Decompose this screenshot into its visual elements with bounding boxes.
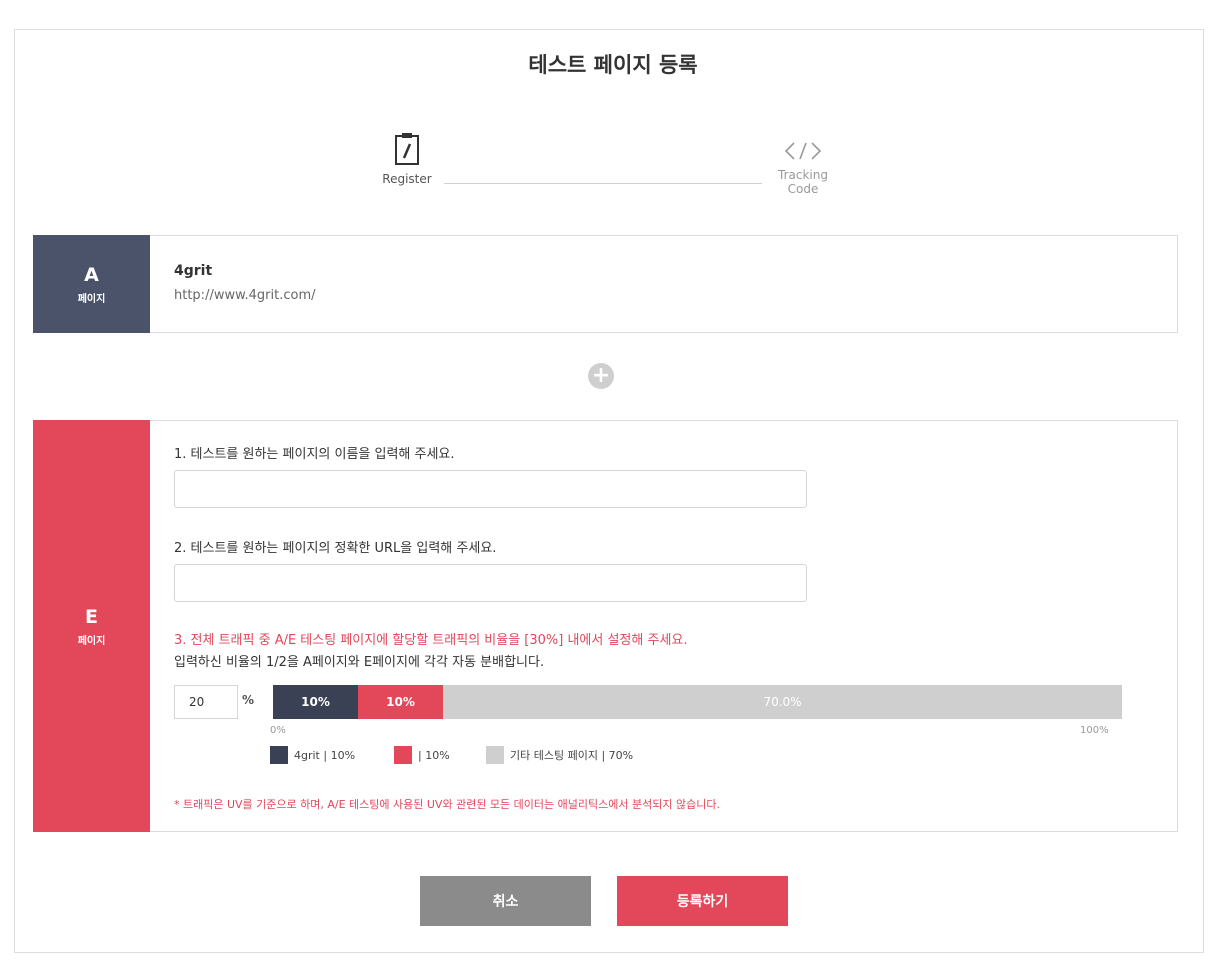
- question-traffic-ratio: 3. 전체 트래픽 중 A/E 테스팅 페이지에 할당할 트래픽의 비율을 [3…: [174, 633, 688, 648]
- cancel-button[interactable]: 취소: [420, 876, 591, 926]
- page-e-tag: E 페이지: [33, 420, 150, 832]
- legend-swatch-a: [270, 746, 288, 764]
- bar-max-label: 100%: [1080, 725, 1109, 736]
- step-tracking-label-2: Code: [787, 182, 819, 196]
- legend-other: 기타 테스팅 페이지 | 70%: [486, 746, 633, 764]
- legend-page-e: | 10%: [394, 746, 450, 764]
- page-title: 테스트 페이지 등록: [528, 53, 698, 77]
- page-a-name: 4grit: [174, 263, 213, 279]
- legend-swatch-e: [394, 746, 412, 764]
- page-url-input[interactable]: [174, 564, 807, 602]
- legend-page-a: 4grit | 10%: [270, 746, 355, 764]
- clipboard-pencil-icon: [395, 133, 419, 165]
- legend-label-a: 4grit | 10%: [294, 748, 356, 762]
- traffic-segment-e: 10%: [358, 685, 443, 719]
- question-page-url: 2. 테스트를 원하는 페이지의 정확한 URL을 입력해 주세요.: [174, 541, 497, 556]
- page-name-input[interactable]: [174, 470, 807, 508]
- bar-min-label: 0%: [270, 725, 286, 736]
- page-a-tag: A 페이지: [33, 235, 150, 333]
- page-a-sub: 페이지: [77, 293, 106, 305]
- page-e-sub: 페이지: [77, 635, 106, 647]
- step-tracking-label-1: Tracking: [778, 168, 828, 182]
- traffic-segment-a: 10%: [273, 685, 358, 719]
- traffic-ratio-input[interactable]: [174, 685, 238, 719]
- traffic-split-bar: 10% 10% 70.0%: [273, 685, 1122, 719]
- traffic-ratio-description: 입력하신 비율의 1/2을 A페이지와 E페이지에 각각 자동 분배합니다.: [174, 655, 545, 670]
- legend-label-e: | 10%: [418, 748, 450, 762]
- page-a-card: A 페이지 4grit http://www.4grit.com/: [33, 235, 1178, 333]
- step-tracking-code: Tracking Code: [758, 140, 848, 196]
- traffic-notice: * 트래픽은 UV를 기준으로 하며, A/E 테스팅에 사용된 UV와 관련된…: [174, 798, 720, 811]
- legend-swatch-other: [486, 746, 504, 764]
- page-e-letter: E: [85, 605, 98, 628]
- step-register: Register: [362, 132, 452, 186]
- question-page-name: 1. 테스트를 원하는 페이지의 이름을 입력해 주세요.: [174, 447, 455, 462]
- code-icon: [784, 142, 822, 160]
- add-page-button[interactable]: +: [588, 363, 614, 389]
- submit-button[interactable]: 등록하기: [617, 876, 788, 926]
- step-register-label: Register: [382, 172, 432, 186]
- traffic-segment-other: 70.0%: [443, 685, 1122, 719]
- page-a-letter: A: [84, 263, 99, 286]
- percent-unit: %: [242, 693, 255, 707]
- legend-label-other: 기타 테스팅 페이지 | 70%: [510, 749, 634, 762]
- page-e-card: E 페이지 1. 테스트를 원하는 페이지의 이름을 입력해 주세요. 2. 테…: [33, 420, 1178, 832]
- stepper-connector: [444, 183, 762, 184]
- page-a-url: http://www.4grit.com/: [174, 288, 316, 303]
